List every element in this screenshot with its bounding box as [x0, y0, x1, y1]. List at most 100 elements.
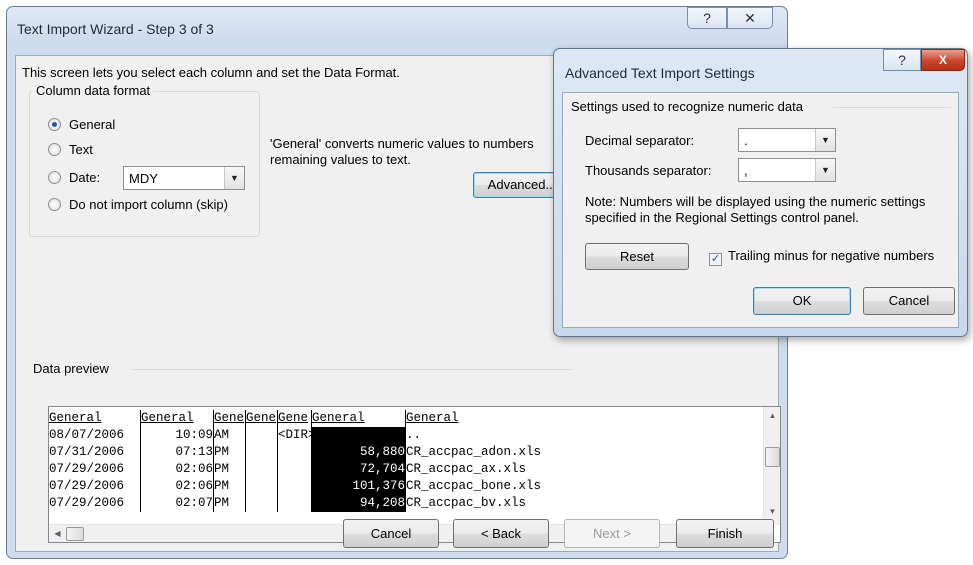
- table-cell: CR_accpac_bv.xls: [406, 496, 527, 510]
- intro-text: This screen lets you select each column …: [22, 65, 400, 80]
- table-cell: [246, 495, 278, 512]
- advanced-cancel-button[interactable]: Cancel: [863, 287, 955, 315]
- table-cell: PM: [214, 495, 246, 512]
- chevron-down-icon: ▼: [815, 159, 835, 181]
- radio-icon: [48, 198, 61, 211]
- radio-date[interactable]: Date:: [48, 170, 100, 185]
- table-cell: ..: [406, 428, 422, 442]
- next-button[interactable]: Next >: [564, 519, 660, 548]
- table-cell: 02:06: [141, 478, 214, 495]
- table-cell: 02:06: [141, 461, 214, 478]
- vertical-scrollbar[interactable]: ▲ ▼: [763, 407, 780, 525]
- table-cell: PM: [214, 461, 246, 478]
- table-cell: [246, 478, 278, 495]
- radio-skip[interactable]: Do not import column (skip): [48, 197, 228, 212]
- checkmark-icon: ✓: [709, 253, 722, 266]
- column-header[interactable]: Gene: [278, 410, 312, 427]
- date-format-value: MDY: [129, 170, 158, 186]
- chevron-down-icon: ▼: [815, 129, 835, 151]
- trailing-minus-label: Trailing minus for negative numbers: [728, 248, 935, 263]
- decimal-separator-value: .: [744, 132, 748, 148]
- radio-icon: [48, 143, 61, 156]
- trailing-minus-checkbox[interactable]: ✓ Trailing minus for negative numbers: [709, 248, 934, 266]
- column-header[interactable]: General: [141, 410, 214, 427]
- scroll-thumb[interactable]: [765, 447, 780, 467]
- data-preview-label: Data preview: [33, 361, 109, 376]
- column-header[interactable]: Gene: [214, 410, 246, 427]
- radio-text[interactable]: Text: [48, 142, 93, 157]
- back-button[interactable]: < Back: [453, 519, 549, 548]
- table-cell: 10:09: [141, 427, 214, 444]
- table-cell: [278, 444, 312, 461]
- scroll-up-icon[interactable]: ▲: [764, 411, 780, 420]
- column-format-title: Column data format: [33, 83, 154, 98]
- reset-button[interactable]: Reset: [585, 243, 689, 270]
- table-cell: 02:07: [141, 495, 214, 512]
- scroll-thumb[interactable]: [66, 527, 84, 541]
- radio-date-label: Date:: [69, 170, 101, 185]
- help-button[interactable]: ?: [883, 49, 921, 71]
- decimal-separator-label: Decimal separator:: [585, 133, 695, 148]
- help-button[interactable]: ?: [687, 7, 727, 29]
- table-cell: [312, 427, 406, 444]
- thousands-separator-value: ,: [744, 162, 748, 178]
- close-button[interactable]: X: [921, 49, 965, 71]
- table-cell: 07:13: [141, 444, 214, 461]
- radio-general-label: General: [69, 117, 116, 132]
- table-cell: CR_accpac_bone.xls: [406, 479, 542, 493]
- format-description: 'General' converts numeric values to num…: [270, 136, 534, 168]
- table-cell: 07/31/2006: [49, 444, 141, 461]
- table-cell: [278, 495, 312, 512]
- radio-text-label: Text: [69, 142, 93, 157]
- table-cell: 07/29/2006: [49, 461, 141, 478]
- table-cell: CR_accpac_ax.xls: [406, 462, 527, 476]
- table-cell: PM: [214, 444, 246, 461]
- table-cell: [278, 478, 312, 495]
- table-cell: PM: [214, 478, 246, 495]
- note-line: Note: Numbers will be displayed using th…: [585, 194, 926, 209]
- radio-icon: [48, 171, 61, 184]
- column-format-group: [29, 91, 260, 237]
- column-header[interactable]: General: [312, 410, 406, 427]
- table-cell: 07/29/2006: [49, 478, 141, 495]
- table-cell: 72,704: [312, 461, 406, 478]
- ok-button[interactable]: OK: [753, 287, 851, 315]
- close-icon: ✕: [744, 10, 756, 26]
- preview-divider: [132, 369, 572, 370]
- help-icon: ?: [898, 52, 906, 68]
- decimal-separator-select[interactable]: . ▼: [738, 128, 836, 152]
- wizard-title: Text Import Wizard - Step 3 of 3: [17, 21, 214, 37]
- table-cell: [278, 461, 312, 478]
- finish-button[interactable]: Finish: [676, 519, 774, 548]
- table-cell: 101,376: [312, 478, 406, 495]
- radio-general[interactable]: General: [48, 117, 115, 132]
- table-cell: [246, 461, 278, 478]
- close-button[interactable]: ✕: [727, 7, 773, 29]
- advanced-settings-dialog: Advanced Text Import Settings ? X Settin…: [553, 48, 968, 337]
- advanced-client-area: Settings used to recognize numeric data …: [562, 92, 959, 328]
- table-cell: 58,880: [312, 444, 406, 461]
- radio-selected-icon: [48, 118, 61, 131]
- table-cell: [246, 444, 278, 461]
- table-cell: [246, 427, 278, 444]
- close-icon: X: [938, 53, 947, 67]
- description-line: 'General' converts numeric values to num…: [270, 136, 534, 151]
- help-icon: ?: [703, 10, 711, 26]
- column-header[interactable]: Gene: [246, 410, 278, 427]
- cancel-button[interactable]: Cancel: [343, 519, 439, 548]
- radio-skip-label: Do not import column (skip): [69, 197, 228, 212]
- table-cell: 07/29/2006: [49, 495, 141, 512]
- table-cell: <DIR>: [278, 427, 312, 444]
- note-line: specified in the Regional Settings contr…: [585, 210, 859, 225]
- column-header[interactable]: General: [49, 410, 141, 427]
- date-format-select[interactable]: MDY ▼: [123, 166, 245, 190]
- scroll-left-icon[interactable]: ◀: [49, 529, 66, 538]
- numeric-settings-title: Settings used to recognize numeric data: [571, 99, 803, 114]
- scroll-down-icon[interactable]: ▼: [764, 507, 780, 516]
- advanced-dialog-title: Advanced Text Import Settings: [565, 65, 755, 81]
- column-header[interactable]: General: [406, 410, 746, 427]
- table-cell: 94,208: [312, 495, 406, 512]
- thousands-separator-select[interactable]: , ▼: [738, 158, 836, 182]
- table-cell: CR_accpac_adon.xls: [406, 445, 542, 459]
- group-divider: [833, 107, 951, 108]
